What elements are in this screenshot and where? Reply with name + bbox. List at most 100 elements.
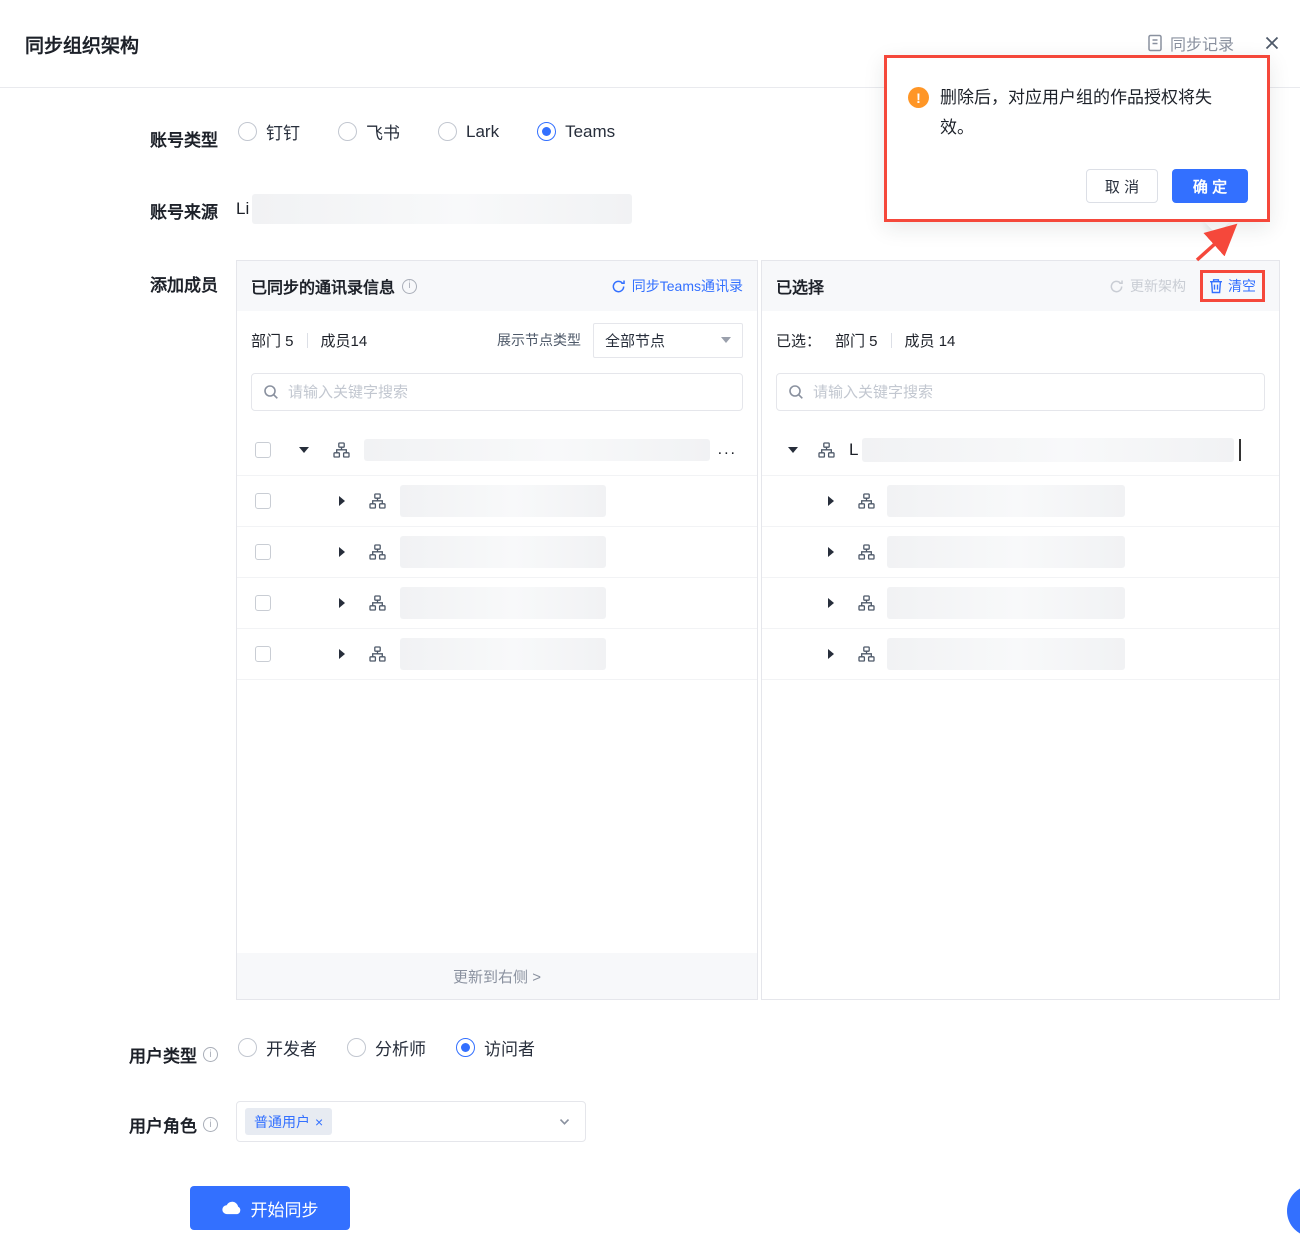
caret-right-icon[interactable] (339, 649, 345, 659)
blurred-text (862, 438, 1234, 462)
radio-circle[interactable] (438, 122, 457, 141)
caret-right-icon[interactable] (339, 547, 345, 557)
source-panel-header: 已同步的通讯录信息 同步Teams通讯录 (237, 261, 757, 311)
info-icon[interactable] (203, 1047, 218, 1062)
user-type-radio-group: 开发者 分析师 访问者 (238, 1035, 535, 1060)
tree-row-root[interactable]: ... (237, 425, 757, 476)
radio-analyst[interactable]: 分析师 (347, 1035, 426, 1060)
account-source-value-row: Li (236, 193, 633, 225)
sync-record-label: 同步记录 (1169, 37, 1234, 54)
selected-label: 已选： (776, 332, 822, 350)
add-members-label: 添加成员 (0, 271, 218, 296)
tag-close-icon[interactable]: × (315, 1115, 323, 1129)
radio-feishu[interactable]: 飞书 (338, 119, 400, 144)
radio-label: 飞书 (366, 124, 400, 143)
caret-right-icon[interactable] (339, 496, 345, 506)
source-panel-title: 已同步的通讯录信息 (251, 274, 418, 298)
info-icon[interactable] (203, 1117, 218, 1132)
radio-developer[interactable]: 开发者 (238, 1035, 317, 1060)
start-sync-button[interactable]: 开始同步 (190, 1186, 350, 1230)
move-to-right-button[interactable]: 更新到右侧 > (237, 953, 757, 999)
checkbox[interactable] (255, 544, 271, 560)
checkbox[interactable] (255, 595, 271, 611)
clear-button-label: 清空 (1228, 278, 1256, 294)
more-actions[interactable]: ... (718, 441, 737, 459)
org-chart-icon (369, 544, 386, 560)
tree-row[interactable] (237, 476, 757, 527)
source-panel-title-text: 已同步的通讯录信息 (251, 280, 396, 297)
selected-panel-header: 已选择 更新架构 清空 (762, 261, 1279, 311)
account-type-radio-group: 钉钉 飞书 Lark Teams (238, 119, 615, 144)
record-icon (1148, 34, 1162, 52)
floating-assistant-button[interactable] (1287, 1185, 1300, 1237)
warning-icon: ! (908, 87, 929, 108)
caret-right-icon[interactable] (828, 496, 834, 506)
tree-row[interactable] (762, 578, 1279, 629)
radio-circle-checked[interactable] (456, 1038, 475, 1057)
source-stats-row: 部门 5 成员14 展示节点类型 全部节点 (237, 311, 757, 369)
confirm-button[interactable]: 确 定 (1172, 169, 1248, 203)
dept-count: 部门 5 (835, 332, 878, 350)
blurred-text (887, 485, 1125, 517)
blurred-text (400, 638, 606, 670)
caret-right-icon[interactable] (828, 649, 834, 659)
org-chart-icon (858, 544, 875, 560)
caret-right-icon[interactable] (339, 598, 345, 608)
tree-row-root[interactable]: L (762, 425, 1279, 476)
node-type-select[interactable]: 全部节点 (593, 322, 743, 358)
popover-body: ! 删除后，对应用户组的作品授权将失效。 (887, 58, 1267, 143)
add-members-label-text: 添加成员 (150, 276, 218, 295)
node-type-value: 全部节点 (605, 332, 666, 350)
checkbox[interactable] (255, 646, 271, 662)
account-type-label-text: 账号类型 (150, 131, 218, 150)
update-structure-button[interactable]: 更新架构 (1109, 276, 1186, 296)
radio-label: Teams (565, 121, 616, 141)
user-type-label: 用户类型 (0, 1042, 218, 1067)
member-count: 成员14 (320, 332, 368, 350)
tree-row[interactable] (762, 476, 1279, 527)
caret-down-icon[interactable] (788, 447, 798, 453)
sync-teams-link[interactable]: 同步Teams通讯录 (611, 276, 743, 296)
radio-circle[interactable] (347, 1038, 366, 1057)
caret-down-icon[interactable] (299, 447, 309, 453)
org-chart-icon (858, 646, 875, 662)
org-chart-icon (858, 493, 875, 509)
source-search-input[interactable] (288, 383, 731, 401)
org-chart-icon (333, 442, 350, 458)
selected-panel-title: 已选择 (776, 274, 824, 298)
radio-circle[interactable] (238, 122, 257, 141)
tree-row[interactable] (762, 629, 1279, 680)
org-chart-icon (369, 493, 386, 509)
radio-label: 钉钉 (266, 124, 300, 143)
checkbox[interactable] (255, 493, 271, 509)
selected-search-input[interactable] (813, 383, 1253, 401)
sync-record-link[interactable]: 同步记录 (1147, 31, 1234, 55)
tree-row[interactable] (762, 527, 1279, 578)
radio-circle[interactable] (238, 1038, 257, 1057)
source-search-box (251, 373, 743, 411)
account-type-label: 账号类型 (0, 126, 218, 151)
info-icon[interactable] (402, 278, 418, 294)
radio-teams[interactable]: Teams (537, 122, 615, 142)
dept-count: 部门 5 (251, 332, 294, 350)
user-role-label-text: 用户角色 (129, 1117, 197, 1136)
clear-button[interactable]: 清空 (1209, 276, 1256, 296)
checkbox[interactable] (255, 442, 271, 458)
caret-right-icon[interactable] (828, 598, 834, 608)
tree-row[interactable] (237, 629, 757, 680)
tree-row[interactable] (237, 578, 757, 629)
close-icon[interactable] (1264, 35, 1280, 51)
org-chart-icon (369, 595, 386, 611)
account-source-label: 账号来源 (0, 198, 218, 223)
radio-dingtalk[interactable]: 钉钉 (238, 119, 300, 144)
caret-right-icon[interactable] (828, 547, 834, 557)
radio-lark[interactable]: Lark (438, 122, 499, 142)
radio-circle-checked[interactable] (537, 122, 557, 141)
radio-circle[interactable] (338, 122, 357, 141)
user-role-select[interactable]: 普通用户 × (236, 1101, 586, 1142)
tree-row[interactable] (237, 527, 757, 578)
cancel-button[interactable]: 取 消 (1086, 169, 1158, 203)
radio-visitor[interactable]: 访问者 (456, 1035, 535, 1060)
org-chart-icon (858, 595, 875, 611)
selected-panel: 已选择 更新架构 清空 已选： 部门 5 成员 14 请输入关键字搜索 L (761, 260, 1280, 1000)
